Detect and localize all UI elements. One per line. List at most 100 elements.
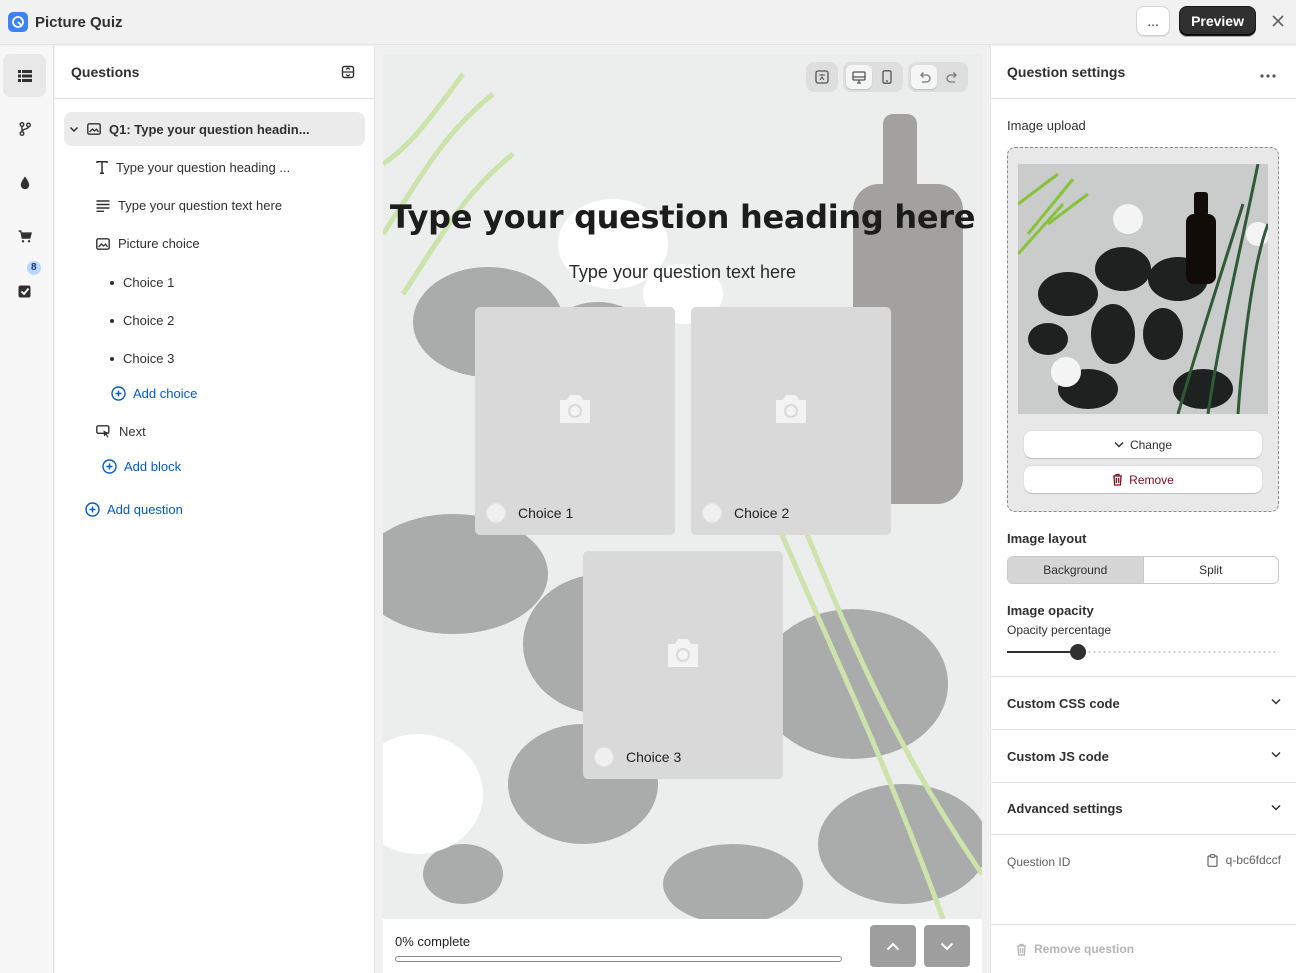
- question-title: Q1: Type your question headin...: [109, 121, 310, 137]
- tree-item-heading[interactable]: Type your question heading ...: [96, 160, 290, 175]
- chevron-up-icon: [886, 942, 900, 950]
- bullet-icon: [110, 356, 114, 361]
- app-title: Picture Quiz: [35, 13, 123, 31]
- tree-item-text[interactable]: Type your question text here: [96, 198, 282, 213]
- picture-choice-card[interactable]: Choice 3: [583, 551, 783, 779]
- chevron-down-icon: [1271, 698, 1281, 705]
- copy-question-id-button[interactable]: q-bc6fdccf: [1207, 853, 1281, 867]
- camera-icon: [668, 639, 698, 667]
- translate-icon[interactable]: [809, 65, 835, 89]
- choice-label: Choice 3: [626, 749, 682, 765]
- chevron-down-icon: [1114, 441, 1124, 448]
- chevron-down-icon[interactable]: [69, 124, 79, 134]
- bullet-icon: [110, 318, 114, 323]
- progress-label: 0% complete: [395, 934, 471, 949]
- image-opacity-label: Image opacity: [1007, 603, 1094, 618]
- rail-logic-button[interactable]: [3, 107, 46, 150]
- question-heading[interactable]: Type your question heading here: [383, 198, 982, 236]
- checklist-icon: [18, 285, 30, 297]
- picture-choice-card[interactable]: Choice 1: [475, 307, 675, 535]
- more-actions-button[interactable]: ...: [1136, 6, 1171, 36]
- undo-icon[interactable]: [911, 65, 937, 89]
- collapse-expand-icon[interactable]: [341, 65, 355, 82]
- uploaded-image-thumbnail: [1018, 164, 1268, 414]
- image-opacity-overlay: [383, 54, 982, 919]
- remove-question-button[interactable]: Remove question: [991, 924, 1296, 973]
- plus-circle-icon: [85, 502, 100, 517]
- accordion-label: Custom JS code: [1007, 748, 1109, 764]
- tree-item-choice[interactable]: Choice 3: [110, 351, 174, 366]
- rail-results-button[interactable]: 8: [3, 261, 46, 312]
- tree-item-choice[interactable]: Choice 2: [110, 313, 174, 328]
- cart-icon: [18, 230, 32, 243]
- tree-item-picture-choice-label: Picture choice: [118, 236, 200, 251]
- app-logo-icon: [8, 12, 28, 32]
- choice-radio[interactable]: [486, 503, 506, 523]
- trash-icon: [1113, 473, 1123, 486]
- preview-button[interactable]: Preview: [1179, 6, 1256, 36]
- choice-label: Choice 1: [518, 505, 574, 521]
- more-horizontal-icon[interactable]: [1260, 66, 1276, 81]
- advanced-settings-accordion[interactable]: Advanced settings: [991, 782, 1296, 835]
- add-block-button[interactable]: Add block: [102, 459, 181, 474]
- custom-css-accordion[interactable]: Custom CSS code: [991, 676, 1296, 729]
- desktop-view-icon[interactable]: [846, 65, 872, 89]
- question-id-value: q-bc6fdccf: [1225, 853, 1281, 867]
- canvas-toolbar: [806, 62, 968, 92]
- progress-footer: 0% complete: [383, 919, 982, 973]
- results-count-badge: 8: [27, 261, 41, 275]
- remove-image-label: Remove: [1129, 472, 1174, 487]
- accordion-label: Custom CSS code: [1007, 695, 1120, 711]
- choice-radio[interactable]: [702, 503, 722, 523]
- change-image-button[interactable]: Change: [1024, 431, 1262, 458]
- add-question-button[interactable]: Add question: [85, 502, 183, 517]
- mobile-view-icon[interactable]: [874, 65, 900, 89]
- camera-icon: [776, 395, 806, 423]
- tree-item-choice[interactable]: Choice 1: [110, 275, 174, 290]
- tree-item-choice-label: Choice 2: [123, 313, 175, 328]
- next-question-button[interactable]: [924, 925, 970, 967]
- choice-radio[interactable]: [594, 747, 614, 767]
- opacity-percentage-label: Opacity percentage: [1007, 623, 1112, 637]
- change-image-label: Change: [1129, 437, 1173, 452]
- rail-design-button[interactable]: [3, 161, 46, 204]
- layout-option-background[interactable]: Background: [1008, 557, 1144, 583]
- add-choice-button[interactable]: Add choice: [111, 386, 197, 401]
- icon-rail: 8: [0, 46, 54, 973]
- redo-icon[interactable]: [939, 65, 965, 89]
- question-text[interactable]: Type your question text here: [383, 262, 982, 283]
- progress-track: [395, 956, 842, 962]
- tree-item-heading-label: Type your question heading ...: [116, 160, 291, 175]
- tree-item-next[interactable]: Next: [96, 424, 146, 439]
- question-id-label: Question ID: [1007, 855, 1071, 869]
- text-type-icon: [96, 161, 108, 174]
- rail-products-button[interactable]: [3, 215, 46, 258]
- image-icon: [96, 237, 110, 250]
- cursor-click-icon: [96, 425, 110, 438]
- tree-item-picture-choice[interactable]: Picture choice: [96, 236, 200, 251]
- picture-choice-card[interactable]: Choice 2: [691, 307, 891, 535]
- remove-image-button[interactable]: Remove: [1024, 466, 1262, 493]
- question-item-q1[interactable]: Q1: Type your question headin...: [64, 112, 365, 146]
- close-icon[interactable]: [1270, 13, 1286, 29]
- questions-panel-title: Questions: [71, 64, 140, 80]
- layout-option-split[interactable]: Split: [1144, 557, 1279, 583]
- previous-question-button[interactable]: [870, 925, 916, 967]
- rail-questions-button[interactable]: [3, 54, 46, 97]
- plus-circle-icon: [111, 386, 126, 401]
- image-upload-dropzone[interactable]: Change Remove: [1007, 147, 1279, 512]
- image-layout-toggle: Background Split: [1007, 556, 1279, 584]
- drop-icon: [20, 176, 29, 189]
- plus-circle-icon: [102, 459, 117, 474]
- opacity-slider[interactable]: [1007, 644, 1279, 660]
- slider-thumb[interactable]: [1069, 644, 1086, 660]
- questions-panel: Questions Q1: Type your question headin.…: [55, 46, 375, 973]
- tree-item-choice-label: Choice 3: [123, 351, 175, 366]
- accordion-label: Advanced settings: [1007, 801, 1123, 816]
- question-settings-panel: Question settings Image upload Change Re…: [990, 46, 1296, 973]
- add-block-label: Add block: [124, 459, 182, 474]
- remove-question-label: Remove question: [1034, 942, 1135, 956]
- branch-icon: [19, 121, 31, 136]
- bullet-icon: [110, 280, 114, 285]
- custom-js-accordion[interactable]: Custom JS code: [991, 729, 1296, 782]
